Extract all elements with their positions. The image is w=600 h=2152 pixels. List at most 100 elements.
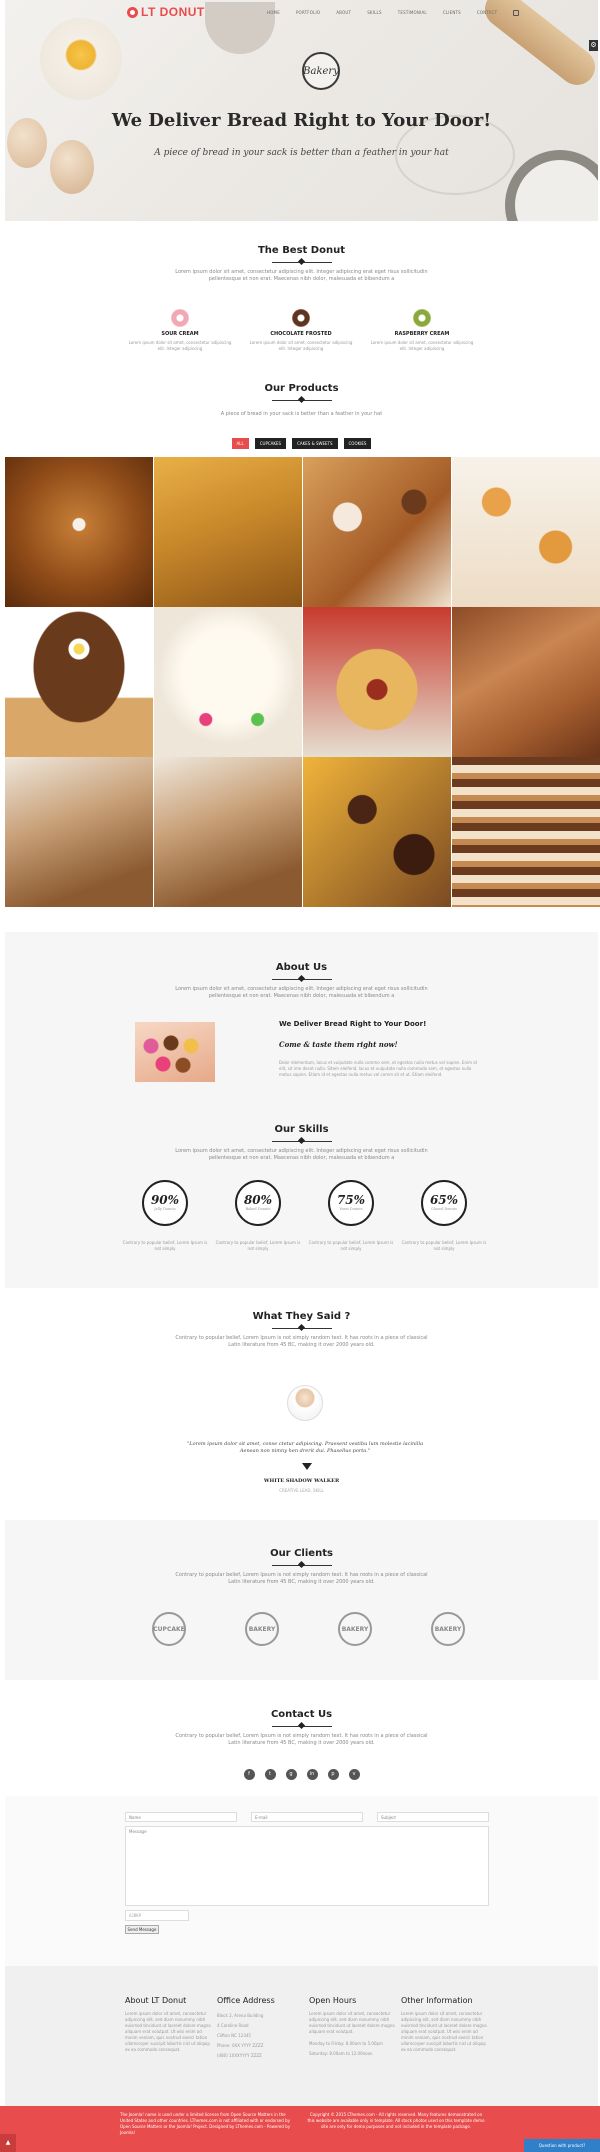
product-tile[interactable] xyxy=(303,607,451,757)
filter-all[interactable]: ALL xyxy=(231,438,249,449)
license-text: The Joomla! name is used under a limited… xyxy=(120,2112,291,2135)
product-tile[interactable] xyxy=(452,607,600,757)
logo-text: LT DONUT xyxy=(141,5,205,19)
filter-cookies[interactable]: COOKIES xyxy=(343,438,372,449)
menu-item-home[interactable]: HOME xyxy=(267,10,280,16)
about-tagline: Come & taste them right now! xyxy=(279,1040,398,1049)
section-text: Lorem ipsum dolor sit amet, consectetur … xyxy=(175,269,428,282)
product-tile[interactable] xyxy=(303,757,451,907)
message-field[interactable]: Message xyxy=(125,1826,489,1906)
menu-item-clients[interactable]: CLIENTS xyxy=(443,10,461,16)
skill-label: Glazed Donuts xyxy=(431,1207,457,1211)
linkedin-icon[interactable]: in xyxy=(306,1769,318,1780)
filter-cakes-sweets[interactable]: CAKES & SWEETS xyxy=(292,438,338,449)
about-section: About Us Lorem ipsum dolor sit amet, con… xyxy=(5,962,598,1000)
search-icon[interactable] xyxy=(513,10,520,16)
subject-field[interactable]: Subject xyxy=(377,1812,489,1822)
testimonial-role: CREATIVE LEAD, SKILL xyxy=(279,1488,324,1493)
gear-icon[interactable]: ⚙ xyxy=(589,40,598,51)
vimeo-icon[interactable]: v xyxy=(348,1769,360,1780)
donut-chocolate-icon xyxy=(292,309,310,327)
feature-desc: Lorem ipsum dolor sit amet, consectetur … xyxy=(128,340,232,351)
skill-label: Baked Donuts xyxy=(245,1207,271,1211)
feature-raspberry-cream: RASPBERRY CREAM Lorem ipsum dolor sit am… xyxy=(367,309,477,352)
quote-pointer xyxy=(302,1463,312,1470)
skill-desc: Contrary to popular belief, Lorem Ipsum … xyxy=(401,1240,487,1251)
skill-percent: 75% xyxy=(336,1193,366,1207)
skill-label: Yeast Donuts xyxy=(339,1207,363,1211)
hero: LT DONUT HOME PORTFOLIO ABOUT SKILLS TES… xyxy=(5,0,598,221)
client-logo[interactable]: BAKERY xyxy=(240,1612,284,1652)
product-tile[interactable] xyxy=(452,757,600,907)
menu-item-about[interactable]: ABOUT xyxy=(336,10,351,16)
footer-heading: Other Information xyxy=(401,1996,473,2005)
skill-label: Jelly Donuts xyxy=(154,1207,176,1211)
product-tile[interactable] xyxy=(5,607,153,757)
skill-circle: 65% Glazed Donuts xyxy=(421,1180,467,1226)
product-tile[interactable] xyxy=(303,457,451,607)
client-logo[interactable]: BAKERY xyxy=(426,1612,470,1652)
footer: About LT Donut Lorem ipsum dolor sit ame… xyxy=(5,1966,598,2106)
product-tile[interactable] xyxy=(452,457,600,607)
top-nav: LT DONUT HOME PORTFOLIO ABOUT SKILLS TES… xyxy=(5,0,598,26)
facebook-icon[interactable]: f xyxy=(243,1769,255,1780)
send-message-button[interactable]: Send Message xyxy=(125,1925,159,1934)
address-line: Phone: 0XX YYYY ZZZZ xyxy=(217,2043,264,2048)
skill-desc: Contrary to popular belief, Lorem Ipsum … xyxy=(122,1240,208,1251)
name-field[interactable]: Name xyxy=(125,1812,237,1822)
filter-cupcakes[interactable]: CUPCAKES xyxy=(254,438,287,449)
email-field[interactable]: E-mail xyxy=(251,1812,363,1822)
back-to-top-icon[interactable]: ▲ xyxy=(0,2134,16,2152)
skills-section: Our Skills Lorem ipsum dolor sit amet, c… xyxy=(5,1124,598,1162)
testimonial-name: WHITE SHADOW WALKER xyxy=(263,1478,340,1484)
page: LT DONUT HOME PORTFOLIO ABOUT SKILLS TES… xyxy=(5,0,600,2106)
main-menu: HOME PORTFOLIO ABOUT SKILLS TESTIMONIAL … xyxy=(267,10,520,16)
section-text: Lorem ipsum dolor sit amet, consectetur … xyxy=(175,986,428,999)
google-plus-icon[interactable]: g xyxy=(285,1769,297,1780)
skill-percent: 80% xyxy=(243,1193,273,1207)
section-title: Our Products xyxy=(264,383,339,394)
clients-section: Our Clients Contrary to popular belief, … xyxy=(5,1548,598,1586)
contact-section: Contact Us Contrary to popular belief, L… xyxy=(5,1709,598,1747)
divider xyxy=(271,976,332,982)
best-donut-section: The Best Donut Lorem ipsum dolor sit ame… xyxy=(5,245,598,283)
menu-item-skills[interactable]: SKILLS xyxy=(367,10,382,16)
copyright-text: Copyright © 2015 LThemes.com - All right… xyxy=(307,2112,485,2129)
skill-circle: 90% Jelly Donuts xyxy=(142,1180,188,1226)
feature-desc: Lorem ipsum dolor sit amet, consectetur … xyxy=(249,340,353,351)
menu-item-testimonial[interactable]: TESTIMONIAL xyxy=(398,10,427,16)
product-tile[interactable] xyxy=(154,607,302,757)
skill-desc: Contrary to popular belief, Lorem Ipsum … xyxy=(308,1240,394,1251)
twitter-icon[interactable]: t xyxy=(264,1769,276,1780)
menu-item-portfolio[interactable]: PORTFOLIO xyxy=(296,10,320,16)
divider xyxy=(271,259,332,265)
divider xyxy=(271,1562,332,1568)
logo[interactable]: LT DONUT xyxy=(127,5,205,19)
product-tile[interactable] xyxy=(5,757,153,907)
footer-text: Lorem ipsum dolor sit amet, consectetur … xyxy=(401,2011,487,2052)
product-tile[interactable] xyxy=(5,457,153,607)
section-text: A piece of bread in your sack is better … xyxy=(220,411,383,417)
pinterest-icon[interactable]: p xyxy=(327,1769,339,1780)
products-section: Our Products A piece of bread in your sa… xyxy=(5,383,598,418)
skill-desc: Contrary to popular belief, Lorem Ipsum … xyxy=(215,1240,301,1251)
donut-icon xyxy=(127,6,138,18)
client-logo[interactable]: BAKERY xyxy=(333,1612,377,1652)
product-tile[interactable] xyxy=(154,457,302,607)
captcha-field[interactable]: AJBKP xyxy=(125,1910,189,1921)
section-title: Our Clients xyxy=(270,1548,333,1559)
about-heading: We Deliver Bread Right to Your Door! xyxy=(279,1020,427,1028)
social-links: f t g in p v xyxy=(5,1769,598,1780)
client-logo[interactable]: CUPCAKE xyxy=(147,1612,191,1652)
product-tile[interactable] xyxy=(154,757,302,907)
section-title: Our Skills xyxy=(274,1124,329,1135)
footer-info: Other Information Lorem ipsum dolor sit … xyxy=(401,1996,491,2053)
address-line: Block 2, Arena Building xyxy=(217,2013,264,2018)
chat-button[interactable]: Question with product? xyxy=(524,2139,600,2152)
menu-item-contact[interactable]: CONTACT xyxy=(477,10,497,16)
donut-green-icon xyxy=(413,309,431,327)
client-logo-text: BAKERY xyxy=(338,1612,372,1646)
skill-circle: 80% Baked Donuts xyxy=(235,1180,281,1226)
section-text: Lorem ipsum dolor sit amet, consectetur … xyxy=(175,1148,428,1161)
section-text: Contrary to popular belief, Lorem Ipsum … xyxy=(175,1335,428,1348)
